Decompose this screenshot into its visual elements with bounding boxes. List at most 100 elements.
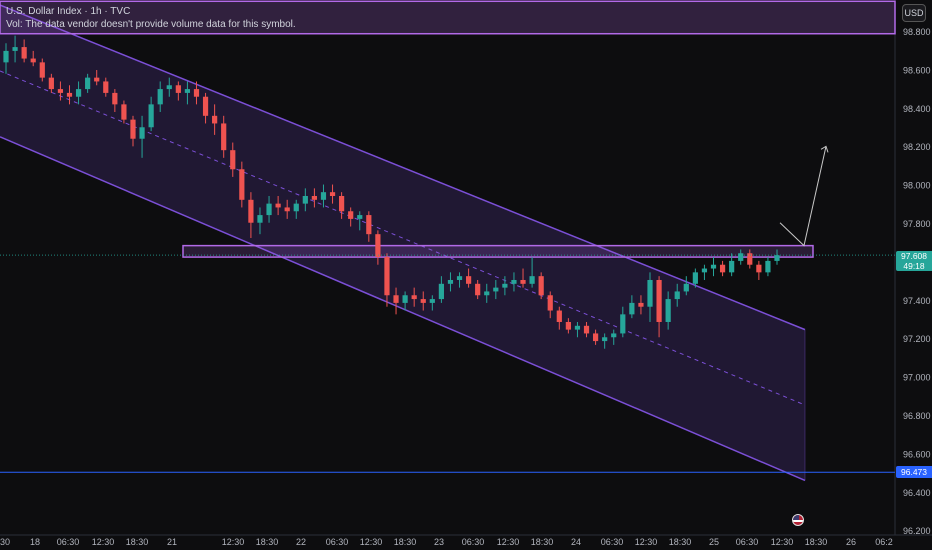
candle-body (230, 150, 236, 170)
candle-body (112, 92, 118, 105)
candle-body (556, 310, 562, 322)
time-tick-label: 06:30 (57, 537, 80, 547)
candle-body (620, 314, 626, 334)
candle-body (175, 85, 181, 93)
candle-body (266, 203, 272, 216)
candle-body (12, 47, 18, 51)
candle-body (674, 291, 680, 300)
candle (765, 257, 771, 277)
time-tick-label: 24 (571, 537, 581, 547)
candle-body (184, 89, 191, 93)
candle-body (320, 192, 327, 200)
candle-body (710, 264, 717, 269)
projection-path (779, 146, 827, 247)
channel-median-line (0, 70, 806, 406)
candle-body (48, 77, 54, 90)
candle-body (756, 264, 762, 273)
candle-body (683, 283, 689, 292)
chart-legend: U.S. Dollar Index · 1h · TVC Vol: The da… (6, 5, 296, 31)
candle-body (765, 260, 771, 273)
candle-body (592, 333, 599, 342)
candle-body (638, 302, 644, 307)
candle-body (348, 211, 354, 219)
candle-body (729, 260, 735, 273)
candle-body (484, 291, 490, 296)
currency-button[interactable]: USD (902, 4, 926, 22)
us-flag-event-icon[interactable] (792, 514, 804, 526)
candle-body (466, 276, 472, 284)
price-tick-label: 97.000 (903, 373, 931, 383)
time-tick-label: 18:30 (805, 537, 828, 547)
candle-body (85, 77, 91, 90)
candle-body (574, 325, 581, 330)
candle-body (629, 302, 635, 315)
time-tick-label: 22 (296, 537, 306, 547)
candle-body (393, 295, 399, 303)
candle (701, 264, 708, 280)
time-tick-label: 30 (0, 537, 10, 547)
time-tick-label: 06:2 (875, 537, 893, 547)
symbol-label[interactable]: U.S. Dollar Index · 1h · TVC (6, 5, 296, 18)
candle-body (429, 299, 435, 303)
candle-body (366, 215, 372, 235)
candle-body (193, 89, 200, 97)
time-tick-label: 25 (709, 537, 719, 547)
candle-body (420, 299, 426, 303)
candle-body (692, 272, 698, 284)
candle-body (339, 195, 345, 212)
candle-body (547, 295, 553, 311)
price-tick-label: 98.600 (903, 65, 931, 75)
price-tick-label: 96.800 (903, 411, 931, 421)
candle-body (738, 253, 744, 261)
price-tick-label: 96.200 (903, 526, 931, 536)
candle-body (302, 195, 308, 204)
candle-body (293, 203, 299, 212)
candle-body (511, 279, 517, 284)
time-tick-label: 12:30 (92, 537, 115, 547)
candle-body (103, 81, 109, 93)
time-tick-label: 06:30 (736, 537, 759, 547)
candle-body (39, 62, 45, 78)
candle-body (94, 77, 100, 82)
candle-body (157, 89, 163, 105)
candle-body (565, 321, 571, 330)
time-tick-label: 12:30 (222, 537, 245, 547)
candle-body (447, 279, 454, 284)
candle-body (656, 279, 662, 322)
candle (710, 257, 717, 277)
time-tick-label: 06:30 (326, 537, 349, 547)
candle-body (202, 96, 209, 116)
price-tick-label: 98.800 (903, 27, 931, 37)
price-tick-label: 98.000 (903, 181, 931, 191)
candle-body (75, 89, 82, 97)
candle-body (121, 104, 127, 120)
time-tick-label: 06:30 (601, 537, 624, 547)
candle-body (257, 215, 263, 223)
candle-body (148, 104, 154, 128)
candle-body (130, 119, 136, 139)
candle-body (66, 92, 73, 97)
last-price-value: 97.608 (901, 251, 927, 261)
time-tick-label: 26 (846, 537, 856, 547)
candle-body (665, 299, 671, 322)
volume-note: Vol: The data vendor doesn't provide vol… (6, 19, 296, 30)
price-tick-label: 98.400 (903, 104, 931, 114)
time-tick-label: 06:30 (462, 537, 485, 547)
last-price-tag: 97.608 49:18 (896, 251, 932, 271)
candle-body (248, 199, 254, 223)
candle-body (475, 283, 481, 296)
price-tick-label: 96.400 (903, 488, 931, 498)
candle-body (402, 295, 408, 303)
price-tick-label: 97.200 (903, 334, 931, 344)
time-tick-label: 18 (30, 537, 40, 547)
candle-body (493, 287, 499, 292)
candle-body (3, 50, 9, 63)
candle-body (284, 207, 290, 212)
candle-body (311, 195, 317, 200)
candle-body (456, 276, 463, 280)
price-chart[interactable]: 98.800 98.600 98.400 98.200 98.000 97.800 97.6… (0, 0, 932, 550)
chart-root: 98.800 98.600 98.400 98.200 98.000 97.800 97.6… (0, 0, 932, 550)
time-tick-label: 18:30 (669, 537, 692, 547)
time-tick-label: 18:30 (256, 537, 279, 547)
price-tick-label: 98.200 (903, 142, 931, 152)
